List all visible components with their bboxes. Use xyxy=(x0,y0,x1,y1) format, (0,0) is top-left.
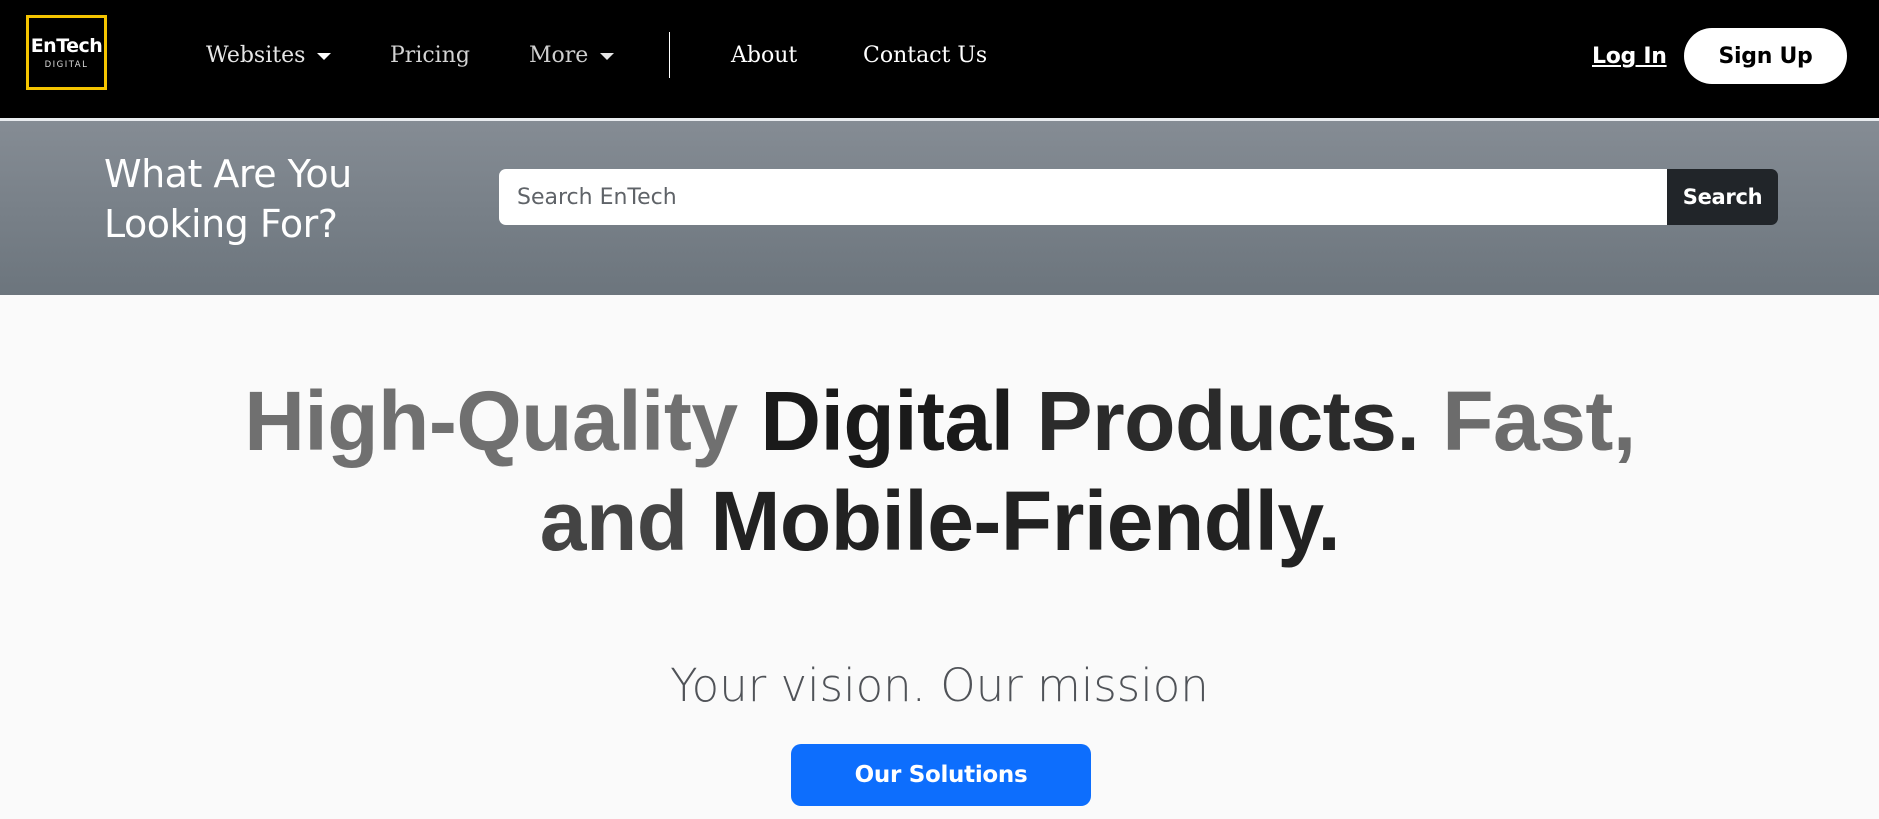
nav-about-link[interactable]: About xyxy=(731,40,797,72)
nav-pricing-link[interactable]: Pricing xyxy=(390,40,470,72)
hero-section: High-Quality Digital Products. Fast, and… xyxy=(0,295,1879,819)
hero-title: High-Quality Digital Products. Fast, and… xyxy=(140,371,1740,571)
nav-more-dropdown[interactable]: More xyxy=(529,40,615,72)
nav-contact-label: Contact Us xyxy=(863,43,988,68)
nav-websites-label: Websites xyxy=(206,43,306,68)
nav-about-label: About xyxy=(731,43,798,68)
nav-divider xyxy=(669,32,670,78)
hero-title-word: Fast, xyxy=(1442,374,1636,468)
caret-down-icon xyxy=(317,52,332,60)
hero-title-word: and xyxy=(539,474,688,568)
search-heading: What Are You Looking For? xyxy=(104,152,352,246)
nav-more-label: More xyxy=(529,43,589,68)
logo-sub-text: DIGITAL xyxy=(44,60,89,70)
caret-down-icon xyxy=(600,52,615,60)
signup-button[interactable]: Sign Up xyxy=(1684,28,1847,84)
hero-title-word: High-Quality xyxy=(244,374,738,468)
login-link[interactable]: Log In xyxy=(1592,41,1667,73)
hero-title-word: Products. xyxy=(1036,374,1420,468)
hero-subtitle: Your vision. Our mission xyxy=(670,659,1209,712)
hero-title-word: Mobile-Friendly. xyxy=(710,474,1341,568)
nav-pricing-label: Pricing xyxy=(390,43,470,68)
entech-logo[interactable]: EnTech DIGITAL xyxy=(26,15,107,90)
search-band: What Are You Looking For? Search xyxy=(0,121,1879,295)
hero-title-word: Digital xyxy=(760,374,1014,468)
our-solutions-button[interactable]: Our Solutions xyxy=(791,744,1091,806)
search-group: Search xyxy=(499,169,1778,225)
search-input[interactable] xyxy=(499,169,1667,225)
nav-contact-link[interactable]: Contact Us xyxy=(863,40,987,72)
search-button[interactable]: Search xyxy=(1667,169,1778,225)
top-navbar: EnTech DIGITAL Websites Pricing More Abo… xyxy=(0,0,1879,118)
logo-main-text: EnTech xyxy=(30,35,103,57)
nav-websites-dropdown[interactable]: Websites xyxy=(206,40,332,72)
